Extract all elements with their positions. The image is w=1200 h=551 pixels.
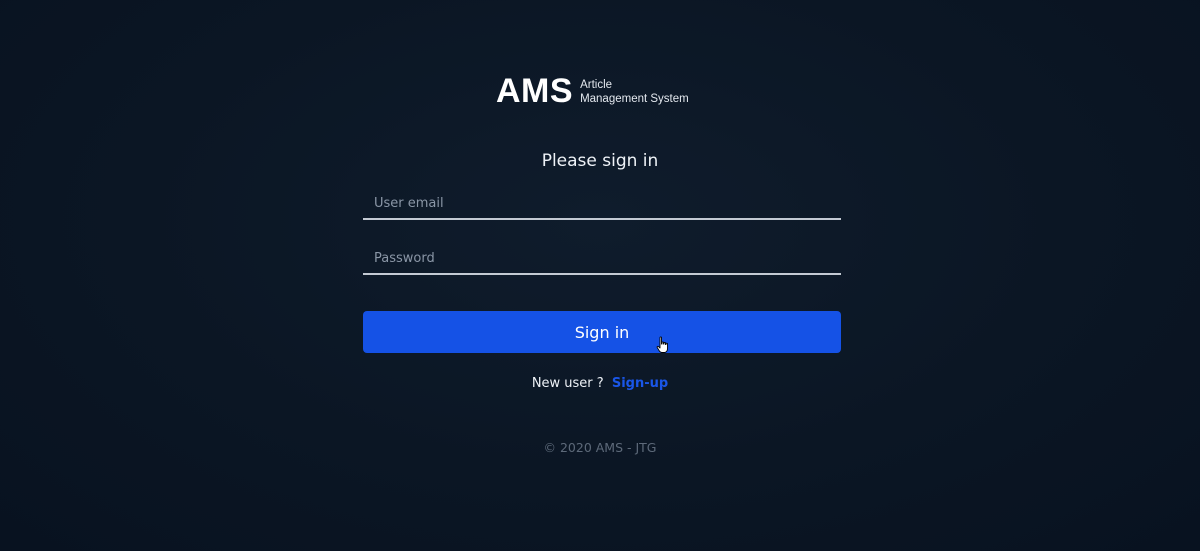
email-field-wrapper — [363, 188, 841, 220]
password-field[interactable] — [363, 243, 841, 273]
email-field[interactable] — [363, 188, 841, 218]
hand-pointer-icon — [656, 336, 668, 353]
footer-copyright: © 2020 AMS - JTG — [543, 440, 657, 455]
app-logo: AMS Article Management System — [496, 72, 689, 110]
signup-prompt: New user ? — [531, 376, 604, 391]
signup-row: New user ? Sign-up — [0, 376, 1200, 391]
logo-subtitle-line1: Article — [580, 79, 613, 91]
password-field-wrapper — [363, 243, 841, 275]
logo-title: AMS — [496, 72, 574, 110]
sign-in-button[interactable]: Sign in — [363, 311, 841, 353]
signup-link[interactable]: Sign-up — [612, 376, 668, 391]
page-title: Please sign in — [541, 151, 659, 171]
logo-subtitle-line2: Management System — [580, 93, 689, 105]
logo-subtitle: Article Management System — [580, 76, 689, 106]
